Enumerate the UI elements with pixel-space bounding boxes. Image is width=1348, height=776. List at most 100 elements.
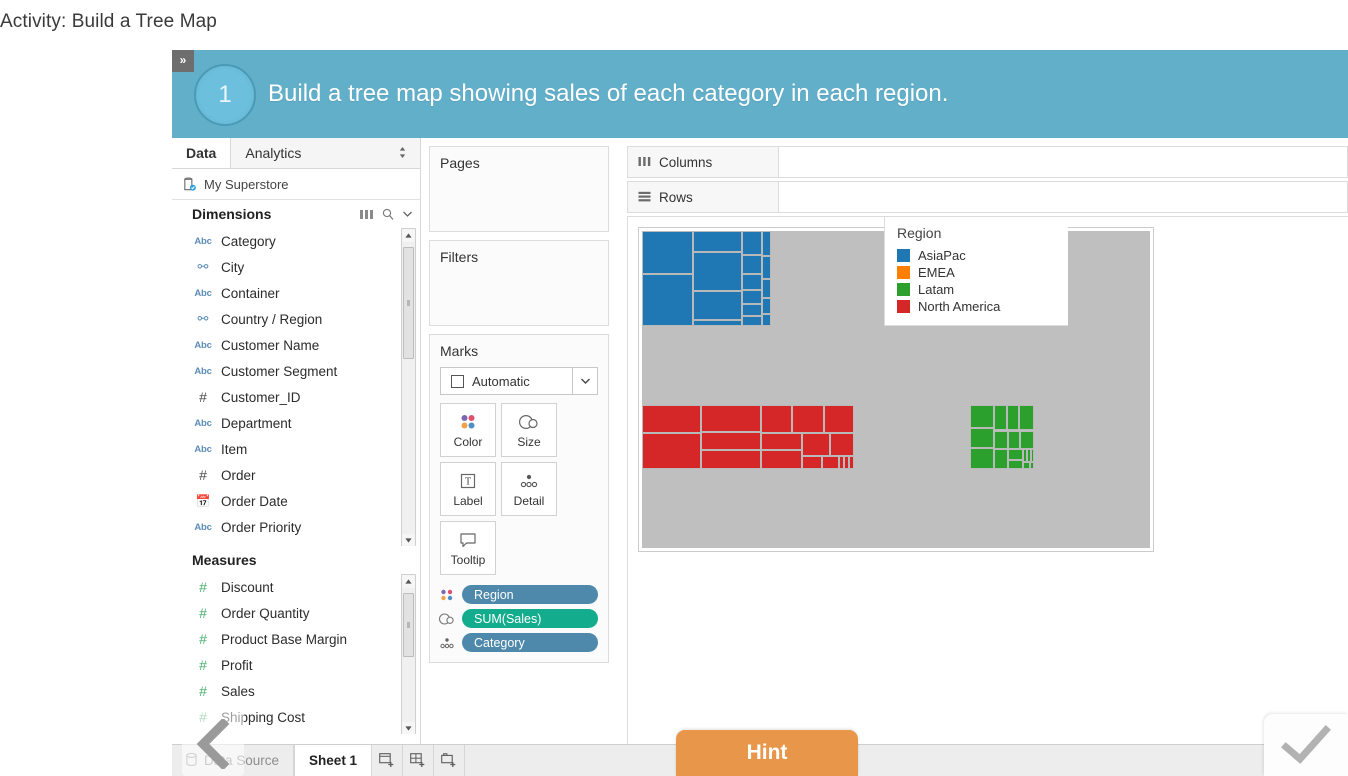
treemap-tile[interactable] [824,404,854,434]
scroll-up-arrow[interactable] [402,229,415,242]
treemap-tile[interactable] [1020,430,1034,450]
datasource-row[interactable]: My Superstore [172,169,420,200]
treemap-tile[interactable] [761,433,803,450]
dimension-field-category[interactable]: Abc Category [172,228,420,254]
treemap-tile[interactable] [1008,460,1024,470]
treemap-tile[interactable] [742,254,763,274]
dimension-field-order[interactable]: # Order [172,462,420,488]
treemap-tile[interactable] [701,431,762,450]
columns-drop-zone[interactable] [779,147,1347,177]
treemap-tile[interactable] [692,290,743,321]
dimension-field-city[interactable]: ⚯ City [172,254,420,280]
treemap-tile[interactable] [830,433,854,457]
rows-shelf[interactable]: Rows [627,181,1348,213]
measure-field-product-base-margin[interactable]: # Product Base Margin [172,626,420,652]
dimension-field-item[interactable]: Abc Item [172,436,420,462]
treemap-tile[interactable] [1019,404,1034,431]
treemap-tile[interactable] [762,256,771,279]
treemap-tile[interactable] [762,278,771,299]
treemap-tile[interactable] [849,456,854,470]
mark-type-dropdown[interactable]: Automatic [440,367,598,395]
treemap-tile[interactable] [993,404,1008,431]
legend-item-north-america[interactable]: North America [885,298,1068,315]
measures-list[interactable]: # Discount # Order Quantity # Product Base Ma… [172,574,420,734]
new-dashboard-icon[interactable] [403,745,435,776]
measure-field-sales[interactable]: # Sales [172,678,420,704]
color-button[interactable]: Color [440,403,496,457]
collapse-banner-button[interactable]: » [172,50,194,72]
treemap-tile[interactable] [692,252,743,291]
dimensions-scrollbar[interactable] [401,228,416,546]
legend-item-asiapac[interactable]: AsiaPac [885,247,1068,264]
pages-card[interactable]: Pages [429,146,609,232]
treemap-tile[interactable] [642,231,693,274]
treemap-tile[interactable] [762,298,771,315]
treemap-tile[interactable] [742,273,763,290]
measures-scroll-up-arrow[interactable] [402,575,415,588]
treemap-tile[interactable] [761,404,792,434]
treemap-tile[interactable] [1008,430,1021,450]
tab-sheet-1[interactable]: Sheet 1 [294,745,373,776]
new-worksheet-icon[interactable] [372,745,404,776]
treemap-tile[interactable] [761,449,803,470]
dimension-field-order-date[interactable]: 📅 Order Date [172,488,420,514]
label-button[interactable]: T Label [440,462,496,516]
treemap-tile[interactable] [742,316,763,327]
dimension-field-container[interactable]: Abc Container [172,280,420,306]
treemap-tile[interactable] [970,404,994,428]
treemap-tile[interactable] [742,303,763,317]
new-story-icon[interactable] [434,745,466,776]
dimension-field-customer-id[interactable]: # Customer_ID [172,384,420,410]
treemap-tile[interactable] [802,433,831,457]
treemap-tile[interactable] [701,449,762,470]
search-icon[interactable] [382,208,394,220]
dimensions-menu-icon[interactable] [403,211,412,217]
previous-step-button[interactable] [182,712,244,776]
dimension-field-country-region[interactable]: ⚯ Country / Region [172,306,420,332]
treemap-tile[interactable] [642,273,693,327]
treemap-tile[interactable] [821,456,840,470]
treemap-tile[interactable] [692,320,743,327]
measure-field-order-quantity[interactable]: # Order Quantity [172,600,420,626]
dimension-field-department[interactable]: Abc Department [172,410,420,436]
measure-field-profit[interactable]: # Profit [172,652,420,678]
measure-field-discount[interactable]: # Discount [172,574,420,600]
color-legend[interactable]: Region AsiaPac EMEA Latam North America [884,216,1068,326]
measures-scrollbar[interactable] [401,574,416,734]
treemap-tile[interactable] [791,404,825,434]
treemap-tile[interactable] [642,404,702,434]
legend-item-emea[interactable]: EMEA [885,264,1068,281]
treemap-tile[interactable] [742,231,763,255]
treemap-tile[interactable] [762,231,771,257]
size-button[interactable]: Size [501,403,557,457]
legend-item-latam[interactable]: Latam [885,281,1068,298]
dimension-field-order-priority[interactable]: Abc Order Priority [172,514,420,540]
check-answer-button[interactable] [1264,714,1348,776]
treemap-tile[interactable] [993,449,1009,470]
treemap-tile[interactable] [1029,462,1034,470]
treemap-tile[interactable] [1031,449,1034,463]
detail-button[interactable]: Detail [501,462,557,516]
measures-scroll-down-arrow[interactable] [402,722,415,734]
treemap-tile[interactable] [692,231,743,253]
pill-category[interactable]: Category [462,633,598,652]
treemap-tile[interactable] [762,314,771,327]
tooltip-button[interactable]: Tooltip [440,521,496,575]
dimensions-scroll-thumb[interactable] [403,247,414,359]
dimension-field-customer-segment[interactable]: Abc Customer Segment [172,358,420,384]
treemap-tile[interactable] [993,430,1009,450]
pill-sum-sales[interactable]: SUM(Sales) [462,609,598,628]
measures-scroll-thumb[interactable] [403,593,414,657]
treemap-tile[interactable] [970,427,994,448]
pill-region[interactable]: Region [462,585,598,604]
treemap-tile[interactable] [970,447,994,470]
tab-analytics[interactable]: Analytics [231,138,420,168]
treemap-tile[interactable] [701,404,762,432]
tab-data[interactable]: Data [172,138,232,168]
treemap-tile[interactable] [802,456,822,470]
treemap-tile[interactable] [1007,404,1020,431]
rows-drop-zone[interactable] [779,182,1347,212]
dimension-field-customer-name[interactable]: Abc Customer Name [172,332,420,358]
hint-button[interactable]: Hint [676,730,858,776]
dimensions-list[interactable]: Abc Category ⚯ City Abc Container ⚯ Country / R… [172,228,420,546]
